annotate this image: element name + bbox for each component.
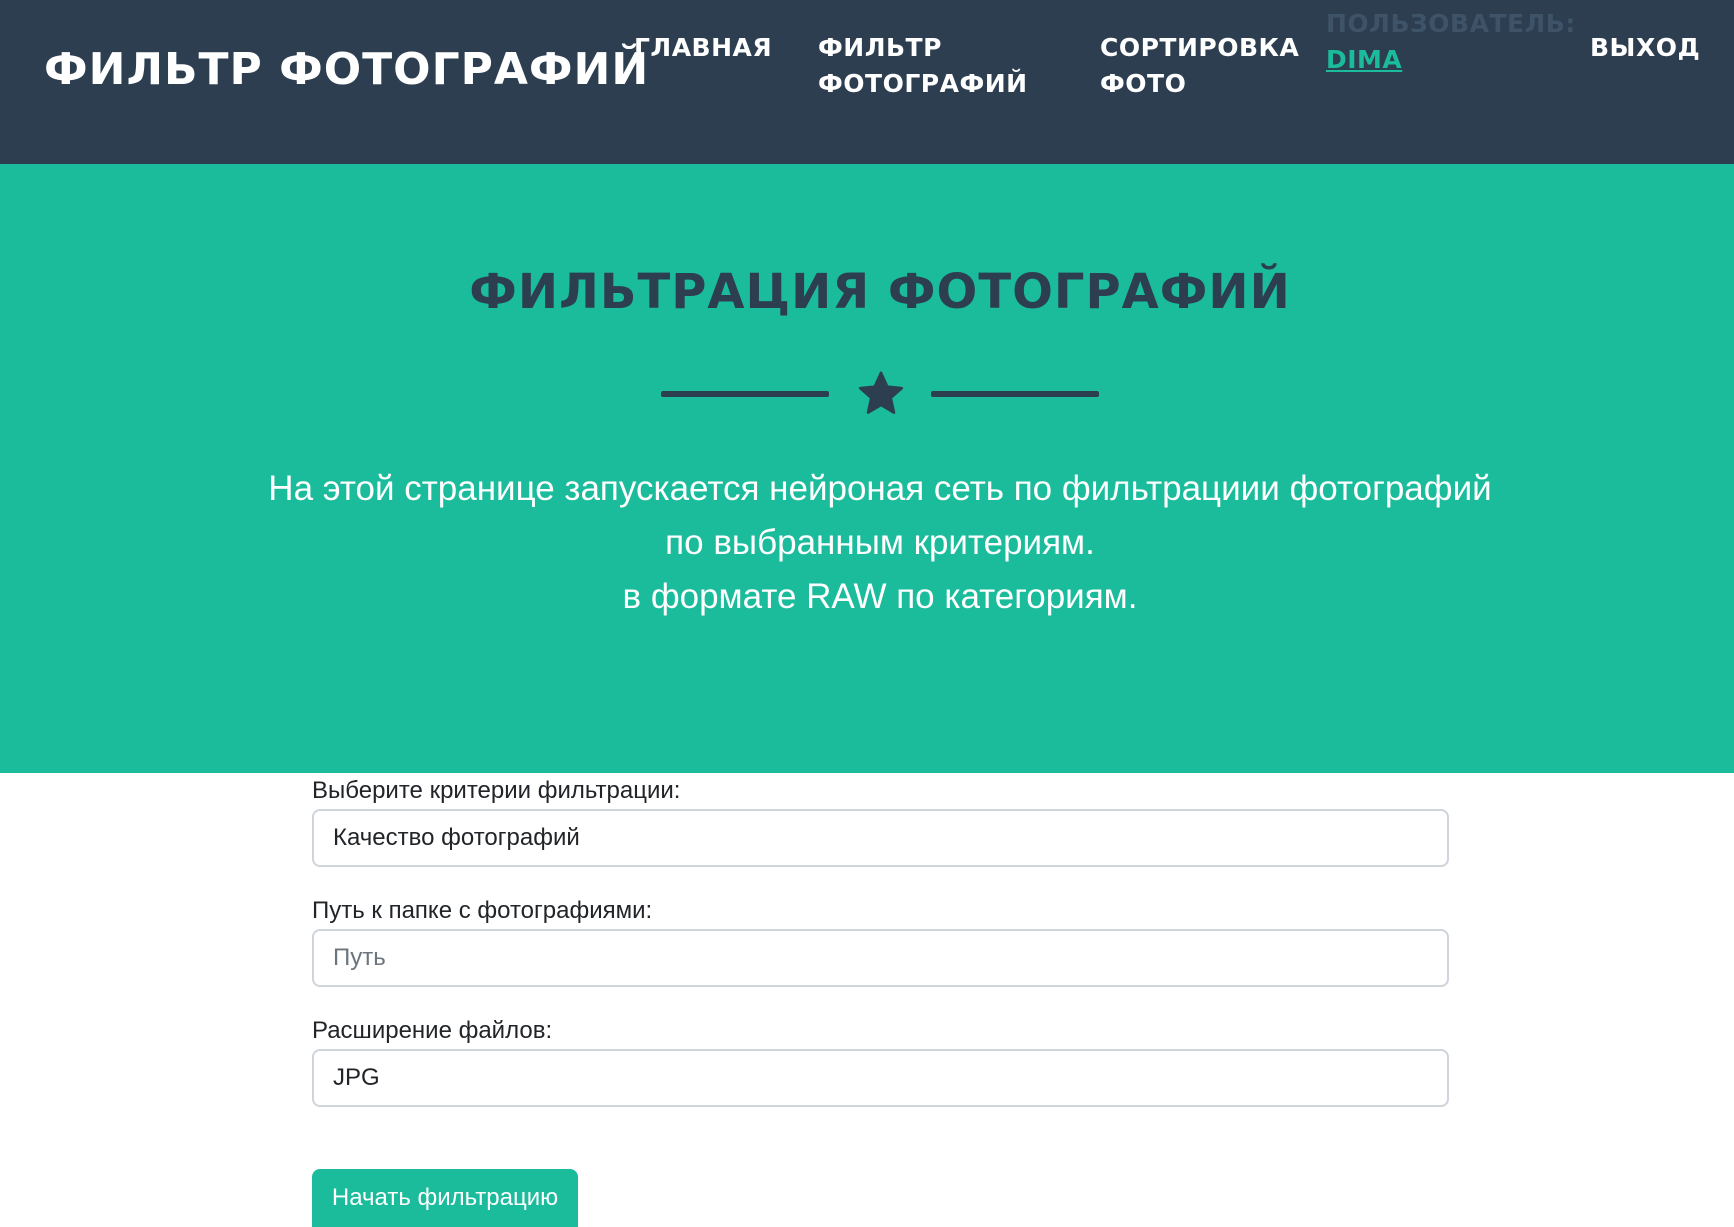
path-label: Путь к папке с фотографиями:: [312, 897, 653, 924]
criteria-label: Выберите критерии фильтрации:: [312, 777, 681, 804]
page-title: ФИЛЬТРАЦИЯ ФОТОГРАФИЙ: [469, 264, 1291, 320]
nav-home[interactable]: ГЛАВНАЯ: [634, 30, 772, 66]
navbar: ФИЛЬТР ФОТОГРАФИЙ ГЛАВНАЯ ФИЛЬТР ФОТОГРА…: [0, 0, 1734, 164]
user-name-link[interactable]: DIMA: [1326, 45, 1402, 74]
description-line-1: На этой странице запускается нейроная се…: [268, 469, 1492, 508]
logout-link[interactable]: ВЫХОД: [1590, 30, 1700, 66]
masthead-description: На этой странице запускается нейроная се…: [0, 462, 1734, 624]
extension-label: Расширение файлов:: [312, 1017, 553, 1044]
masthead: ФИЛЬТРАЦИЯ ФОТОГРАФИЙ На этой странице з…: [0, 164, 1734, 773]
divider-line-right: [931, 391, 1099, 397]
nav-photo-filter[interactable]: ФИЛЬТР ФОТОГРАФИЙ: [818, 30, 1058, 102]
start-filtering-button[interactable]: Начать фильтрацию: [312, 1169, 578, 1227]
nav-photo-sort[interactable]: СОРТИРОВКА ФОТО: [1100, 30, 1299, 102]
divider-line-left: [661, 391, 829, 397]
description-line-3: в формате RAW по категориям.: [622, 577, 1138, 616]
nav-user: ПОЛЬЗОВАТЕЛЬ: DIMA: [1326, 6, 1575, 78]
star-icon: [858, 371, 904, 414]
user-label: ПОЛЬЗОВАТЕЛЬ:: [1326, 9, 1576, 38]
brand-link[interactable]: ФИЛЬТР ФОТОГРАФИЙ: [44, 44, 649, 95]
extension-field[interactable]: [312, 1049, 1449, 1107]
criteria-field[interactable]: [312, 809, 1449, 867]
description-line-2: по выбранным критериям.: [665, 523, 1095, 562]
path-input[interactable]: [312, 929, 1449, 987]
